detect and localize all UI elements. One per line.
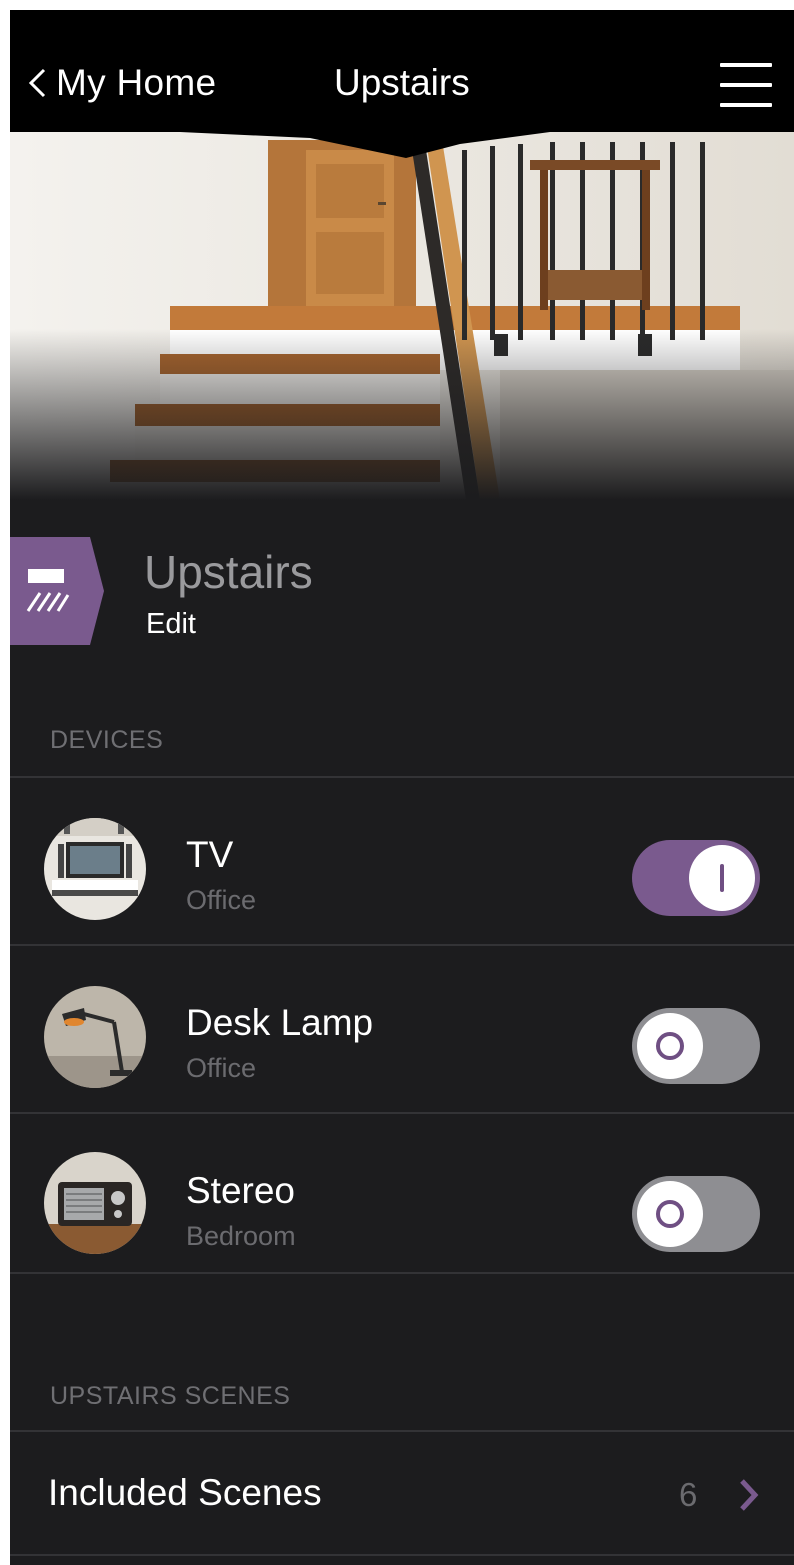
device-name: TV xyxy=(186,834,234,875)
included-scenes-label: Included Scenes xyxy=(48,1472,322,1513)
chevron-right-icon xyxy=(740,1479,759,1511)
page-title: Upstairs xyxy=(334,62,470,103)
toggle-knob xyxy=(637,1181,703,1247)
chevron-left-icon xyxy=(28,68,46,98)
device-name: Stereo xyxy=(186,1170,296,1211)
desk-lamp-power-toggle[interactable] xyxy=(632,1008,760,1084)
device-room: Bedroom xyxy=(186,1221,296,1251)
divider xyxy=(10,1554,794,1556)
scenes-section-label: UPSTAIRS SCENES xyxy=(50,1382,291,1410)
edit-room-link[interactable]: Edit xyxy=(146,608,196,641)
back-button[interactable]: My Home xyxy=(26,62,216,104)
nav-header: My Home Upstairs xyxy=(10,10,794,160)
included-scenes-row[interactable]: Included Scenes 6 xyxy=(10,1432,794,1552)
stereo-power-toggle[interactable] xyxy=(632,1176,760,1252)
app-screen: My Home Upstairs Upstairs Edit DEVICES T… xyxy=(10,10,794,1565)
power-on-icon xyxy=(720,864,724,892)
toggle-knob xyxy=(689,845,755,911)
toggle-knob xyxy=(637,1013,703,1079)
divider xyxy=(10,1272,794,1274)
room-hero-image xyxy=(10,120,794,500)
back-button-label: My Home xyxy=(56,62,217,103)
room-type-icon[interactable] xyxy=(10,537,104,645)
stereo-thumbnail-icon xyxy=(44,1152,146,1254)
devices-section-label: DEVICES xyxy=(50,726,164,754)
device-row-desk-lamp[interactable]: Desk Lamp Office xyxy=(10,946,794,1114)
device-row-stereo[interactable]: Stereo Bedroom xyxy=(10,1114,794,1282)
hamburger-menu-icon[interactable] xyxy=(720,63,772,107)
device-name: Desk Lamp xyxy=(186,1002,374,1043)
tv-thumbnail-icon xyxy=(44,818,146,920)
device-room: Office xyxy=(186,1053,257,1083)
device-row-tv[interactable]: TV Office xyxy=(10,778,794,946)
desk-lamp-thumbnail-icon xyxy=(44,986,146,1088)
power-off-icon xyxy=(656,1200,684,1228)
power-off-icon xyxy=(656,1032,684,1060)
scenes-count: 6 xyxy=(679,1476,698,1513)
device-room: Office xyxy=(186,885,257,915)
tv-power-toggle[interactable] xyxy=(632,840,760,916)
room-name: Upstairs xyxy=(144,546,313,598)
